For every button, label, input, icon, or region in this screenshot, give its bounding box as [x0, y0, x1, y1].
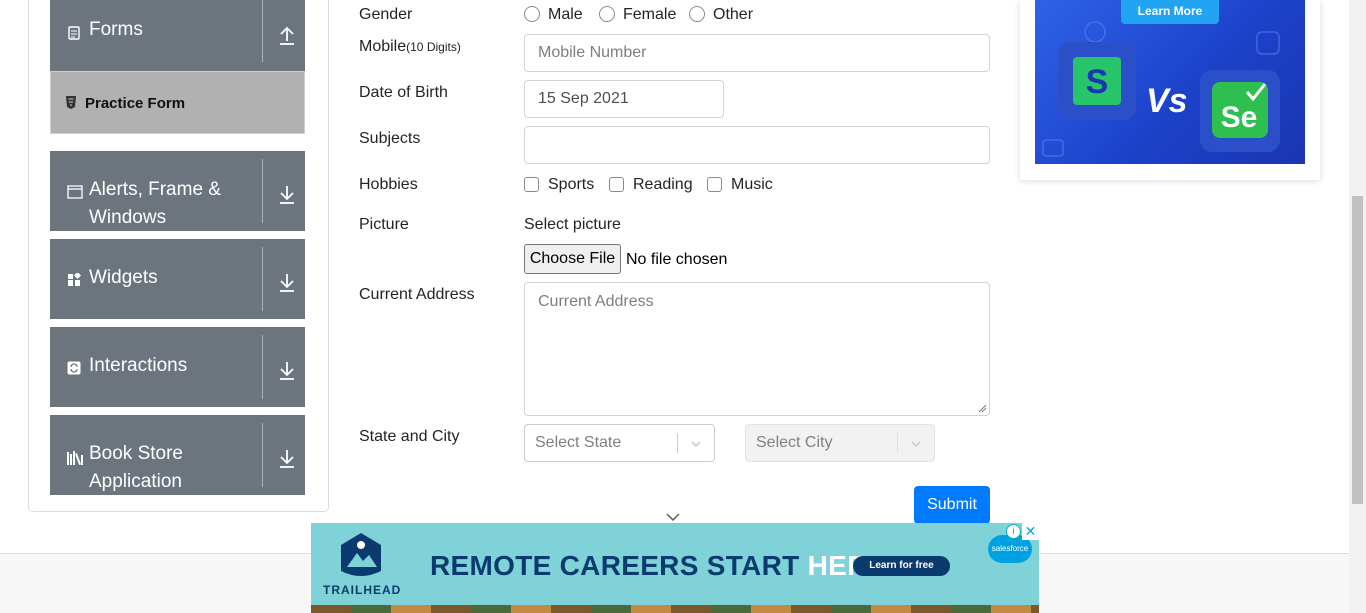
trailhead-logo-icon: [341, 533, 381, 576]
mobile-hint: (10 Digits): [406, 40, 461, 54]
sidebar-group-label-line2: Windows: [89, 207, 167, 228]
svg-text:Se: Se: [1221, 101, 1258, 134]
sidebar-group-label-line2: Application: [89, 471, 182, 492]
sidebar-item-label: Practice Form: [85, 95, 186, 112]
dob-label: Date of Birth: [359, 84, 448, 101]
dob-value: 15 Sep 2021: [538, 90, 629, 107]
sidebar-group-interactions[interactable]: Interactions: [50, 327, 305, 407]
subjects-label: Subjects: [359, 130, 421, 147]
sidebar-group-widgets[interactable]: Widgets: [50, 239, 305, 319]
ad-close-icon[interactable]: ✕: [1022, 523, 1039, 540]
widgets-icon: [67, 271, 82, 287]
select-separator: [897, 433, 898, 453]
chevron-down-icon[interactable]: [910, 437, 922, 449]
arrow-down-icon[interactable]: [278, 359, 296, 381]
select-picture-caption: Select picture: [524, 216, 621, 233]
divider: [262, 159, 263, 223]
learn-for-free-button[interactable]: Learn for free: [853, 556, 950, 576]
vs-text: Vs: [1146, 82, 1188, 120]
sidebar-group-label: Forms: [89, 19, 143, 40]
right-ad-banner[interactable]: Learn More S Se Vs: [1035, 0, 1305, 164]
select-separator: [677, 433, 678, 453]
date-of-birth-input[interactable]: 15 Sep 2021: [524, 80, 724, 118]
bottom-ad-banner[interactable]: TRAILHEAD REMOTE CAREERS START HERE. Lea…: [311, 523, 1039, 613]
city-select[interactable]: Select City: [745, 424, 935, 462]
mobile-label-text: Mobile: [359, 38, 407, 55]
submit-button[interactable]: Submit: [914, 486, 990, 524]
ad-headline-main: REMOTE CAREERS START: [430, 550, 800, 581]
hobby-option-label[interactable]: Sports: [548, 176, 594, 194]
current-address-label: Current Address: [359, 286, 475, 303]
resize-handle-icon[interactable]: [978, 404, 987, 413]
document-icon: [67, 26, 81, 40]
chevron-down-icon[interactable]: [690, 437, 702, 449]
divider: [262, 0, 263, 62]
sidebar-group-label: Alerts, Frame &: [89, 179, 221, 200]
hobby-option-label[interactable]: Reading: [633, 176, 693, 194]
hobby-reading-checkbox[interactable]: [609, 177, 624, 192]
svg-text:S: S: [1086, 63, 1109, 101]
ad-illustration-strip: [311, 605, 1039, 613]
sidebar-group-label: Widgets: [89, 267, 158, 288]
state-select[interactable]: Select State: [524, 424, 715, 462]
ad-headline: REMOTE CAREERS START HERE.: [430, 550, 895, 582]
arrow-down-icon[interactable]: [278, 447, 296, 469]
mobile-placeholder: Mobile Number: [538, 44, 647, 61]
address-placeholder: Current Address: [538, 293, 654, 310]
sidebar-group-forms[interactable]: Forms: [50, 0, 305, 71]
arrow-up-icon[interactable]: [278, 24, 296, 46]
gender-male-radio[interactable]: [524, 6, 540, 22]
interactions-icon: [67, 361, 81, 375]
choose-file-button[interactable]: Choose File: [524, 244, 621, 274]
sidebar-group-label: Book Store: [89, 443, 183, 464]
city-placeholder: Select City: [756, 434, 833, 451]
mobile-number-input[interactable]: Mobile Number: [524, 34, 990, 72]
window-icon: [67, 185, 83, 199]
current-address-textarea[interactable]: Current Address: [524, 282, 990, 416]
divider: [262, 247, 263, 311]
arrow-down-icon[interactable]: [278, 183, 296, 205]
sidebar-item-practice-form[interactable]: Practice Form: [50, 71, 305, 134]
divider: [262, 335, 263, 399]
mobile-label: Mobile(10 Digits): [359, 38, 461, 56]
books-icon: [67, 451, 85, 465]
gender-other-radio[interactable]: [689, 6, 705, 22]
gender-option-label[interactable]: Male: [548, 6, 583, 24]
gender-female-radio[interactable]: [599, 6, 615, 22]
scrollbar-thumb[interactable]: [1352, 196, 1363, 504]
ad-brand-text: TRAILHEAD: [323, 583, 402, 597]
sidebar-group-label: Interactions: [89, 355, 188, 376]
divider: [262, 423, 263, 487]
gender-option-label[interactable]: Other: [713, 6, 753, 24]
sidebar-group-book-store[interactable]: Book Store Application: [50, 415, 305, 495]
file-status: No file chosen: [626, 251, 728, 268]
hobby-music-checkbox[interactable]: [707, 177, 722, 192]
arrow-down-icon[interactable]: [278, 271, 296, 293]
hobbies-label: Hobbies: [359, 176, 418, 193]
gender-option-label[interactable]: Female: [623, 6, 676, 24]
state-city-label: State and City: [359, 428, 460, 445]
hobby-option-label[interactable]: Music: [731, 176, 773, 194]
hobby-sports-checkbox[interactable]: [524, 177, 539, 192]
gender-label: Gender: [359, 6, 413, 23]
subjects-input[interactable]: [524, 126, 990, 164]
picture-label: Picture: [359, 216, 409, 233]
html-icon: [65, 96, 77, 109]
ad-info-icon[interactable]: i: [1006, 524, 1021, 539]
sidebar-group-alerts[interactable]: Alerts, Frame & Windows: [50, 151, 305, 231]
state-placeholder: Select State: [535, 434, 622, 451]
